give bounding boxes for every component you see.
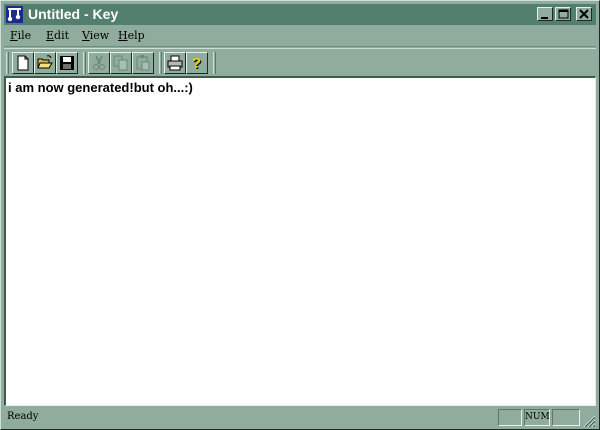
cut-scissors-icon bbox=[93, 55, 105, 70]
resize-grip-icon[interactable] bbox=[582, 414, 596, 428]
print-icon bbox=[167, 55, 183, 71]
new-document-icon bbox=[17, 55, 29, 71]
status-bar: Ready NUM bbox=[4, 407, 596, 428]
editor-content[interactable]: i am now generated!but oh...:) bbox=[8, 80, 193, 95]
toolbar: ? ? bbox=[4, 46, 596, 77]
help-question-icon: ? ? bbox=[192, 55, 202, 71]
close-button[interactable] bbox=[576, 7, 592, 21]
maximize-icon bbox=[558, 9, 569, 19]
paste-button[interactable] bbox=[132, 52, 154, 74]
menu-bar: File Edit View Help bbox=[4, 27, 596, 45]
paste-clipboard-icon bbox=[136, 55, 150, 71]
toolbar-separator bbox=[83, 52, 86, 74]
copy-button[interactable] bbox=[110, 52, 132, 74]
minimize-icon bbox=[541, 17, 548, 19]
copy-icon bbox=[113, 55, 128, 71]
maximize-button[interactable] bbox=[555, 7, 571, 21]
open-folder-icon bbox=[37, 55, 53, 69]
title-bar[interactable]: Untitled - Key bbox=[4, 4, 596, 25]
app-window: Untitled - Key File Edit View Help ? ? i… bbox=[0, 0, 600, 430]
menu-edit[interactable]: Edit bbox=[46, 29, 69, 42]
svg-text:?: ? bbox=[192, 55, 201, 71]
status-message: Ready bbox=[7, 411, 39, 422]
print-button[interactable] bbox=[164, 52, 186, 74]
toolbar-grip[interactable] bbox=[6, 52, 9, 74]
help-button[interactable]: ? ? bbox=[186, 52, 208, 74]
open-button[interactable] bbox=[34, 52, 56, 74]
window-title: Untitled - Key bbox=[28, 6, 119, 22]
minimize-button[interactable] bbox=[537, 7, 553, 21]
menu-view[interactable]: View bbox=[82, 29, 109, 42]
status-indicator-num: NUM bbox=[524, 409, 550, 426]
status-indicator-caps bbox=[498, 409, 522, 426]
save-button[interactable] bbox=[56, 52, 78, 74]
menu-file[interactable]: File bbox=[10, 29, 31, 42]
save-disk-icon bbox=[60, 56, 74, 70]
cut-button[interactable] bbox=[88, 52, 110, 74]
toolbar-separator bbox=[213, 52, 216, 74]
menu-help[interactable]: Help bbox=[118, 29, 145, 42]
status-indicator-scroll bbox=[552, 409, 580, 426]
toolbar-separator bbox=[159, 52, 162, 74]
close-icon bbox=[579, 9, 589, 19]
app-music-icon[interactable] bbox=[6, 6, 23, 23]
text-editor[interactable]: i am now generated!but oh...:) bbox=[4, 76, 596, 406]
new-button[interactable] bbox=[12, 52, 34, 74]
